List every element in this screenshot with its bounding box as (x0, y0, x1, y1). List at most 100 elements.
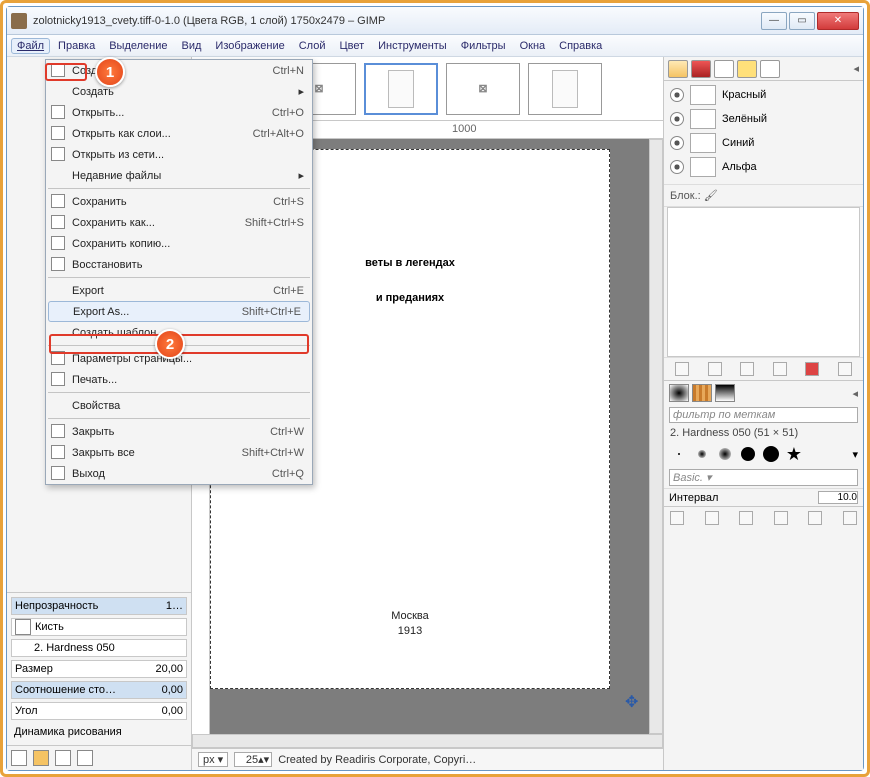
menu-select[interactable]: Выделение (103, 38, 173, 54)
menu-item-label: Открыть... (72, 107, 124, 119)
open-as-image-icon[interactable] (843, 511, 857, 525)
brush-preset[interactable] (669, 444, 689, 464)
brush-preset[interactable] (692, 444, 712, 464)
scrollbar-vertical[interactable] (649, 139, 663, 734)
statusbar: px ▾ 25▴▾ Created by Readiris Corporate,… (192, 748, 663, 770)
menu-view[interactable]: Вид (176, 38, 208, 54)
zoom-field[interactable]: 25▴▾ (234, 752, 272, 767)
size-value: 20,00 (155, 663, 183, 675)
menu-item-открыть-[interactable]: Открыть...Ctrl+O (46, 102, 312, 123)
menu-item-export-as-[interactable]: Export As...Shift+Ctrl+E (48, 301, 310, 322)
channel-alpha[interactable]: Альфа (664, 155, 863, 179)
size-row[interactable]: Размер 20,00 (11, 660, 187, 678)
menu-item-восстановить[interactable]: Восстановить (46, 254, 312, 275)
refresh-brush-icon[interactable] (808, 511, 822, 525)
unit-selector[interactable]: px ▾ (198, 752, 228, 767)
minimize-button[interactable]: — (761, 12, 787, 30)
menu-item-печать-[interactable]: Печать... (46, 369, 312, 390)
lock-brush-icon[interactable]: 🖌 (704, 190, 718, 202)
tab-layers[interactable] (668, 60, 688, 78)
save-preset-icon[interactable] (11, 750, 27, 766)
thumb-4[interactable]: ⊠ (446, 63, 520, 115)
brush-preset[interactable]: ★ (784, 444, 804, 464)
dynamics-row[interactable]: Динамика рисования (11, 723, 187, 741)
tab-patterns[interactable] (692, 384, 712, 402)
menu-item-label: Закрыть (72, 426, 114, 438)
menu-item-icon (51, 147, 65, 161)
menu-filters[interactable]: Фильтры (455, 38, 512, 54)
edit-brush-icon[interactable] (670, 511, 684, 525)
thumb-5[interactable] (528, 63, 602, 115)
brush-name-row[interactable]: 2. Hardness 050 (11, 639, 187, 657)
tab-channels[interactable] (691, 60, 711, 78)
delete-channel-icon[interactable] (838, 362, 852, 376)
menu-color[interactable]: Цвет (333, 38, 370, 54)
raise-channel-icon[interactable] (708, 362, 722, 376)
angle-row[interactable]: Угол 0,00 (11, 702, 187, 720)
reset-preset-icon[interactable] (77, 750, 93, 766)
to-selection-icon[interactable] (805, 362, 819, 376)
eye-icon[interactable] (670, 136, 684, 150)
lower-channel-icon[interactable] (740, 362, 754, 376)
menu-item-открыть-из-сети-[interactable]: Открыть из сети... (46, 144, 312, 165)
new-channel-icon[interactable] (675, 362, 689, 376)
menu-layer[interactable]: Слой (293, 38, 332, 54)
menu-item-сохранить[interactable]: СохранитьCtrl+S (46, 191, 312, 212)
close-button[interactable]: ✕ (817, 12, 859, 30)
menu-item-закрыть[interactable]: ЗакрытьCtrl+W (46, 421, 312, 442)
brush-scroll-down-icon[interactable]: ▾ (852, 448, 858, 461)
menu-edit[interactable]: Правка (52, 38, 101, 54)
channel-red[interactable]: Красный (664, 83, 863, 107)
new-brush-icon[interactable] (705, 511, 719, 525)
menu-help[interactable]: Справка (553, 38, 608, 54)
menu-item-сохранить-как-[interactable]: Сохранить как...Shift+Ctrl+S (46, 212, 312, 233)
delete-brush-icon[interactable] (774, 511, 788, 525)
spacing-input[interactable] (818, 491, 858, 504)
dock-menu-icon[interactable]: ◂ (853, 62, 859, 75)
menu-item-icon (51, 105, 65, 119)
restore-preset-icon[interactable] (33, 750, 49, 766)
menu-item-сохранить-копию-[interactable]: Сохранить копию... (46, 233, 312, 254)
menu-item-открыть-как-слои-[interactable]: Открыть как слои...Ctrl+Alt+O (46, 123, 312, 144)
brush-preset-label[interactable]: Basic. ▾ (669, 469, 858, 486)
menu-item-label: Печать... (72, 374, 117, 386)
duplicate-channel-icon[interactable] (773, 362, 787, 376)
menu-item-выход[interactable]: ВыходCtrl+Q (46, 463, 312, 484)
navigate-icon[interactable]: ✥ (625, 692, 643, 710)
dock-menu-icon[interactable]: ◂ (852, 387, 858, 400)
brush-preset[interactable] (761, 444, 781, 464)
menu-windows[interactable]: Окна (514, 38, 552, 54)
channel-blue[interactable]: Синий (664, 131, 863, 155)
menu-tools[interactable]: Инструменты (372, 38, 453, 54)
aspect-row[interactable]: Соотношение сто… 0,00 (11, 681, 187, 699)
tab-more[interactable] (760, 60, 780, 78)
menu-item-создать[interactable]: Создать▸ (46, 81, 312, 102)
menu-item-создать-[interactable]: Создать...Ctrl+N (46, 60, 312, 81)
tab-gradients[interactable] (715, 384, 735, 402)
maximize-button[interactable]: ▭ (789, 12, 815, 30)
scrollbar-horizontal[interactable] (192, 734, 663, 748)
eye-icon[interactable] (670, 112, 684, 126)
delete-preset-icon[interactable] (55, 750, 71, 766)
tab-undo[interactable] (737, 60, 757, 78)
menu-item-свойства[interactable]: Свойства (46, 395, 312, 416)
opacity-row[interactable]: Непрозрачность 1… (11, 597, 187, 615)
brush-select-row[interactable]: Кисть (11, 618, 187, 636)
tag-filter-input[interactable]: фильтр по меткам (669, 407, 858, 423)
tab-brushes[interactable] (669, 384, 689, 402)
eye-icon[interactable] (670, 88, 684, 102)
channel-green[interactable]: Зелёный (664, 107, 863, 131)
menu-item-закрыть-все[interactable]: Закрыть всеShift+Ctrl+W (46, 442, 312, 463)
menu-item-недавние-файлы[interactable]: Недавние файлы▸ (46, 165, 312, 186)
duplicate-brush-icon[interactable] (739, 511, 753, 525)
menu-item-export[interactable]: ExportCtrl+E (46, 280, 312, 301)
brush-preset[interactable] (715, 444, 735, 464)
eye-icon[interactable] (670, 160, 684, 174)
thumb-3[interactable] (364, 63, 438, 115)
channel-buttons (664, 357, 863, 380)
menu-file[interactable]: Файл (11, 38, 50, 54)
ruler-mark-1000: 1000 (452, 123, 476, 135)
brush-preset[interactable] (738, 444, 758, 464)
menu-image[interactable]: Изображение (209, 38, 290, 54)
tab-paths[interactable] (714, 60, 734, 78)
